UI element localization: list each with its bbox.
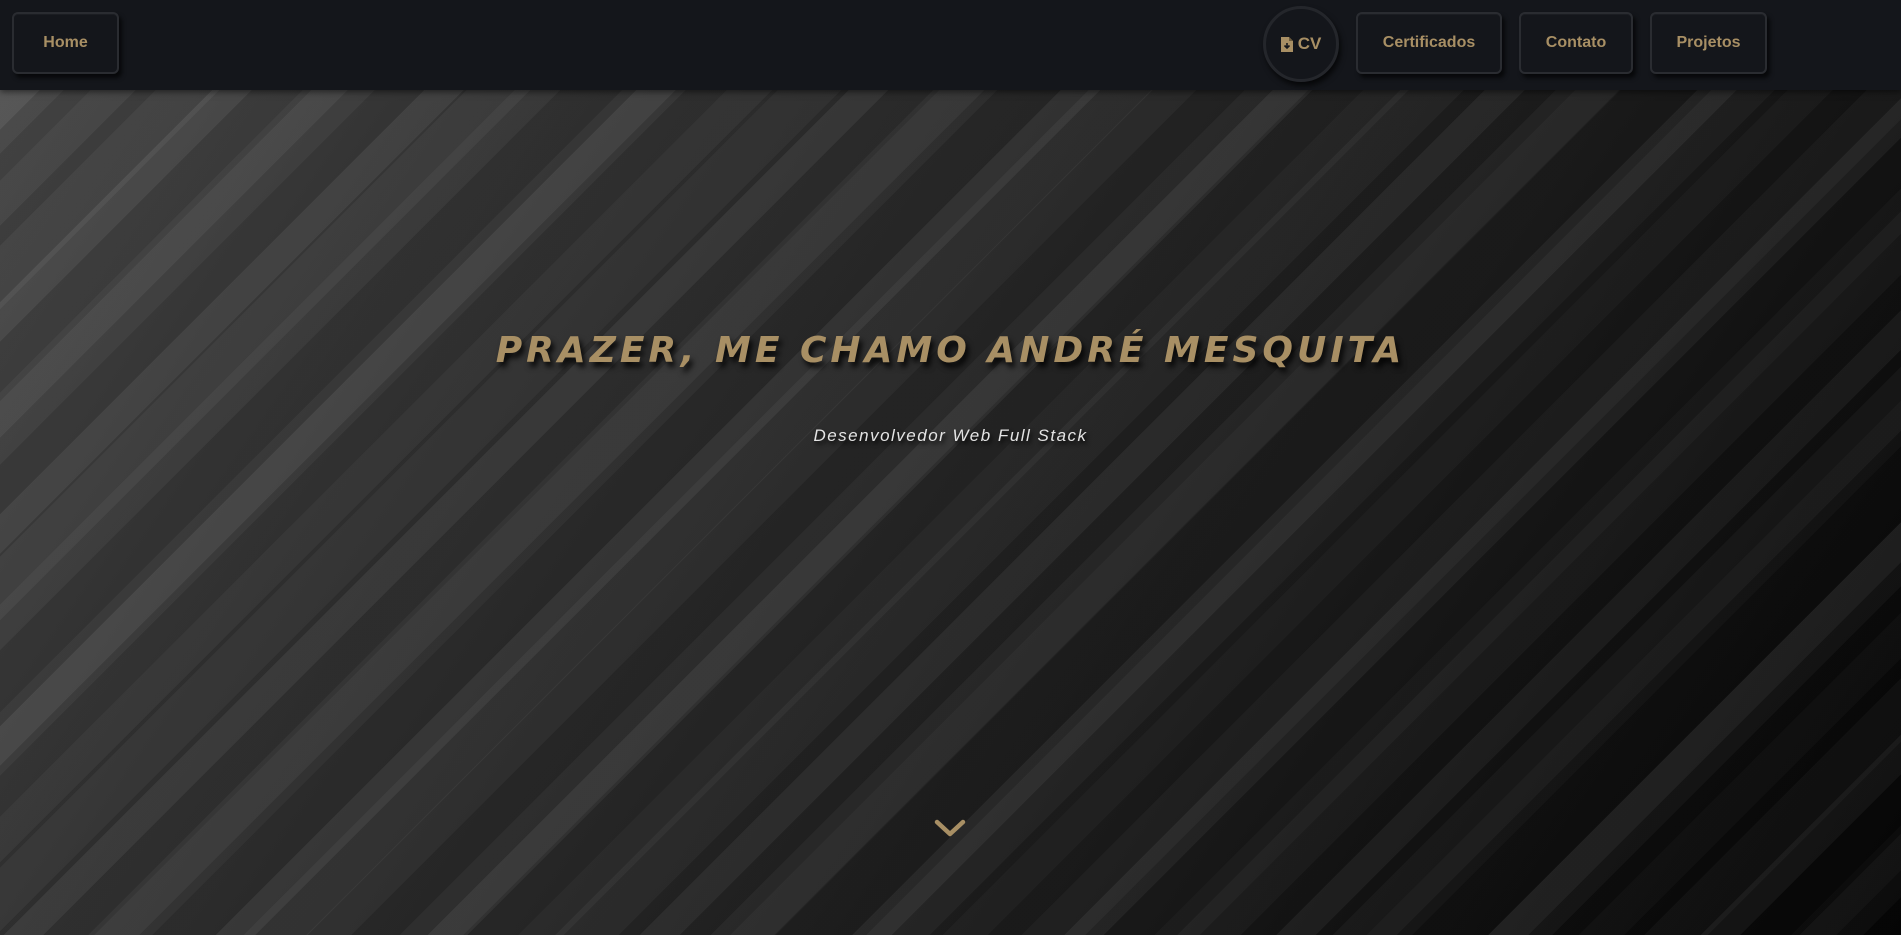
contato-button-label: Contato	[1545, 34, 1607, 51]
contato-button[interactable]: Contato	[1519, 12, 1633, 74]
home-button[interactable]: Home	[12, 12, 119, 74]
cv-button[interactable]: CV	[1263, 6, 1339, 82]
certificados-button-label: Certificados	[1382, 34, 1476, 51]
home-button-label: Home	[43, 34, 88, 51]
projetos-button[interactable]: Projetos	[1650, 12, 1767, 74]
projetos-button-label: Projetos	[1676, 34, 1741, 51]
cv-button-label: CV	[1297, 34, 1322, 53]
file-download-icon	[1280, 36, 1293, 52]
chevron-down-icon[interactable]	[933, 816, 967, 840]
certificados-button[interactable]: Certificados	[1356, 12, 1502, 74]
hero-section: PRAZER, ME CHAMO ANDRÉ MESQUITA Desenvol…	[0, 90, 1901, 935]
hero-subtitle: Desenvolvedor Web Full Stack	[813, 426, 1088, 445]
hero-title: PRAZER, ME CHAMO ANDRÉ MESQUITA	[495, 330, 1406, 371]
navbar: Home CV Certificados Contato Projetos	[0, 0, 1901, 90]
